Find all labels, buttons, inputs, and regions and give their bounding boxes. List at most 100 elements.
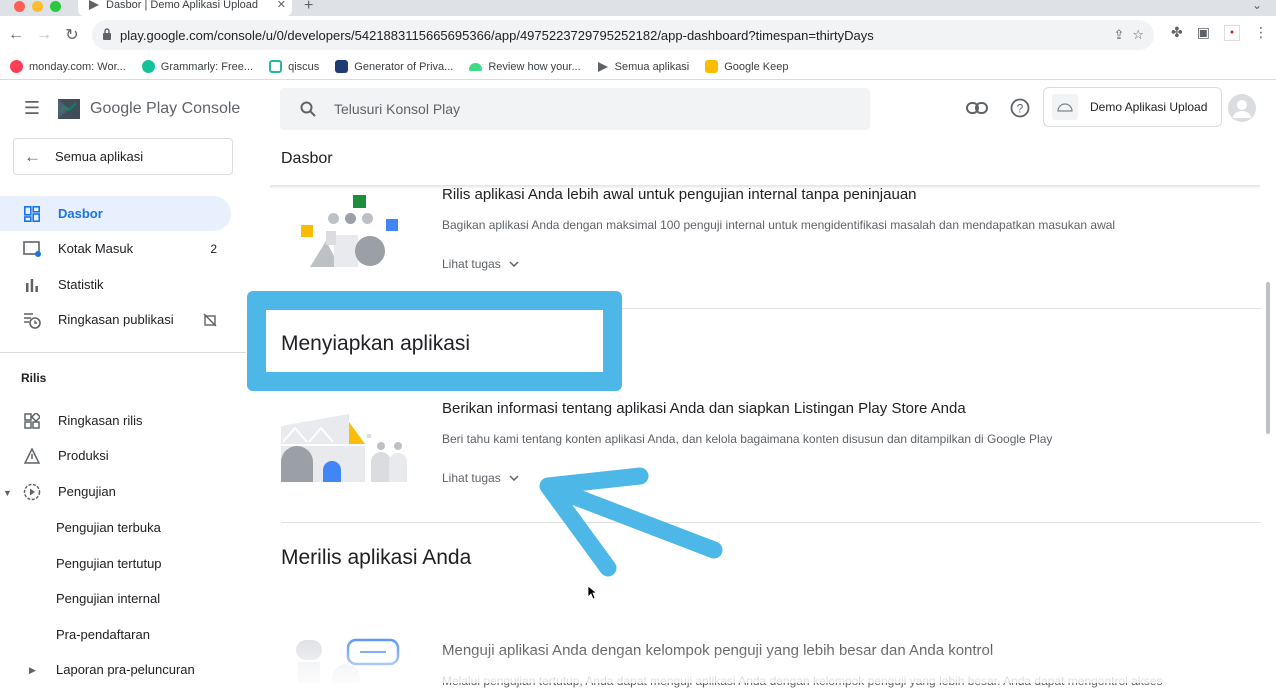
- sidebar-item-production[interactable]: Produksi: [0, 438, 231, 473]
- lock-icon[interactable]: [102, 27, 112, 43]
- close-window-button[interactable]: [14, 1, 25, 12]
- view-tasks-label: Lihat tugas: [442, 471, 501, 485]
- app-name: Demo Aplikasi Upload: [1090, 100, 1208, 114]
- sidebar-item-open-testing[interactable]: Pengujian terbuka: [56, 520, 161, 535]
- page-title: Dasbor: [281, 150, 333, 167]
- qiscus-icon: [269, 60, 283, 73]
- tab-title: Dasbor | Demo Aplikasi Upload: [106, 0, 259, 11]
- grammarly-icon: [141, 60, 155, 73]
- releases-overview-icon: [22, 412, 42, 429]
- new-tab-button[interactable]: +: [304, 0, 313, 15]
- bookmark-star-icon[interactable]: ☆: [1132, 27, 1144, 43]
- bookmark-label: Generator of Priva...: [354, 60, 454, 73]
- sidebar-item-pre-registration[interactable]: Pra-pendaftaran: [56, 627, 150, 642]
- sidebar-item-internal-testing[interactable]: Pengujian internal: [56, 591, 160, 606]
- help-icon[interactable]: ?: [1010, 98, 1030, 118]
- search-placeholder[interactable]: Telusuri Konsol Play: [334, 101, 460, 117]
- dashboard-icon: [22, 205, 42, 222]
- view-tasks-label: Lihat tugas: [442, 257, 501, 271]
- tab-list-chevron-icon[interactable]: ⌄: [1252, 0, 1262, 12]
- sidebar-item-statistics[interactable]: Statistik: [0, 267, 231, 302]
- logo-text: Google Play Console: [90, 100, 241, 117]
- extensions-puzzle-icon[interactable]: ✤: [1171, 24, 1183, 41]
- internal-testing-illustration: [298, 195, 400, 270]
- pre-launch-expand-caret-icon[interactable]: ▶: [29, 665, 36, 676]
- hamburger-menu-icon[interactable]: ☰: [22, 98, 42, 118]
- extension-badge-icon[interactable]: ●: [1224, 24, 1240, 41]
- view-tasks-button[interactable]: Lihat tugas: [442, 471, 519, 485]
- sidebar-item-label: Statistik: [58, 277, 104, 292]
- play-console-favicon-icon: [88, 0, 100, 10]
- bookmark-qiscus[interactable]: qiscus: [269, 60, 319, 73]
- bookmark-label: Review how your...: [488, 60, 581, 73]
- section-divider: [281, 522, 1261, 523]
- sidebar-item-label: Ringkasan publikasi: [58, 312, 174, 327]
- testing-icon: [22, 483, 42, 501]
- view-tasks-button[interactable]: Lihat tugas: [442, 257, 519, 271]
- sidebar-item-testing[interactable]: Pengujian: [0, 474, 231, 509]
- browser-tab[interactable]: Dasbor | Demo Aplikasi Upload ✕: [78, 0, 292, 16]
- highlight-box-annotation: [247, 291, 622, 391]
- sidebar-item-releases-overview[interactable]: Ringkasan rilis: [0, 403, 231, 438]
- header-actions: ?: [966, 98, 1030, 118]
- bookmarks-bar: monday.com: Wor... Grammarly: Free... qi…: [0, 54, 1276, 80]
- browser-menu-icon[interactable]: ⋮: [1254, 24, 1268, 41]
- bookmark-label: monday.com: Wor...: [29, 60, 126, 73]
- back-button-label: Semua aplikasi: [55, 149, 144, 164]
- omnibox[interactable]: play.google.com/console/u/0/developers/5…: [92, 20, 1154, 50]
- bookmark-review[interactable]: Review how your...: [469, 60, 581, 73]
- share-icon[interactable]: ⇪: [1113, 27, 1124, 43]
- bookmark-semua-aplikasi[interactable]: Semua aplikasi: [597, 60, 690, 73]
- browser-tab-bar: Dasbor | Demo Aplikasi Upload ✕ + ⌄: [0, 0, 1276, 16]
- svg-text:?: ?: [1017, 102, 1024, 116]
- privacy-generator-icon: [335, 60, 349, 73]
- link-icon[interactable]: [966, 98, 988, 118]
- bookmark-label: qiscus: [288, 60, 320, 73]
- sidebar-item-dashboard[interactable]: Dasbor: [0, 196, 231, 231]
- managed-publishing-off-icon[interactable]: [203, 313, 217, 327]
- sidebar-item-inbox[interactable]: Kotak Masuk 2: [0, 231, 231, 266]
- reload-icon[interactable]: ↻: [57, 20, 87, 50]
- page-scrollbar[interactable]: [1266, 282, 1270, 434]
- maximize-window-button[interactable]: [50, 1, 61, 12]
- task-closed-testing-title: Menguji aplikasi Anda dengan kelompok pe…: [442, 642, 994, 659]
- sidebar-item-label: Kotak Masuk: [58, 241, 134, 256]
- address-bar-row: ← → ↻ play.google.com/console/u/0/develo…: [0, 16, 1276, 54]
- account-avatar-icon[interactable]: [1228, 94, 1256, 122]
- bookmark-monday[interactable]: monday.com: Wor...: [10, 60, 126, 73]
- production-icon: [22, 447, 42, 464]
- play-console-icon: [597, 61, 609, 73]
- search-bar[interactable]: Telusuri Konsol Play: [280, 88, 870, 130]
- inbox-icon: [22, 240, 42, 257]
- store-listing-illustration: [281, 412, 416, 484]
- task-store-listing-description: Beri tahu kami tentang konten aplikasi A…: [442, 432, 1053, 446]
- all-apps-back-button[interactable]: ← Semua aplikasi: [13, 138, 233, 175]
- side-panel-icon[interactable]: ▣: [1197, 24, 1210, 41]
- close-tab-icon[interactable]: ✕: [277, 0, 286, 11]
- publishing-overview-icon: [22, 311, 42, 329]
- bookmark-label: Semua aplikasi: [614, 60, 690, 73]
- back-arrow-icon[interactable]: ←: [1, 20, 31, 50]
- pointer-arrow-annotation: [539, 467, 723, 577]
- forward-arrow-icon[interactable]: →: [29, 20, 59, 50]
- app-switcher[interactable]: Demo Aplikasi Upload: [1043, 87, 1222, 127]
- task-store-listing-title: Berikan informasi tentang aplikasi Anda …: [442, 400, 966, 417]
- minimize-window-button[interactable]: [32, 1, 43, 12]
- extension-toolbar: ✤ ▣ ● ⋮: [1171, 24, 1268, 41]
- sidebar-item-label: Ringkasan rilis: [58, 413, 143, 428]
- closed-testing-illustration: [296, 638, 400, 688]
- sidebar-item-publishing-overview[interactable]: Ringkasan publikasi: [0, 302, 231, 337]
- sidebar-divider: [0, 352, 246, 353]
- sidebar-item-pre-launch-report[interactable]: Laporan pra-peluncuran: [56, 662, 195, 677]
- bookmark-grammarly[interactable]: Grammarly: Free...: [141, 60, 253, 73]
- bookmark-label: Google Keep: [724, 60, 789, 73]
- sidebar-item-label: Pengujian: [58, 484, 116, 499]
- bookmark-privacy-generator[interactable]: Generator of Priva...: [335, 60, 453, 73]
- section-heading-release: Merilis aplikasi Anda: [281, 546, 472, 569]
- url-text[interactable]: play.google.com/console/u/0/developers/5…: [120, 28, 1105, 43]
- sidebar-item-closed-testing[interactable]: Pengujian tertutup: [56, 556, 162, 571]
- sidebar-item-label: Produksi: [58, 448, 109, 463]
- google-keep-icon: [705, 60, 719, 73]
- google-play-console-logo[interactable]: Google Play Console: [56, 96, 240, 122]
- bookmark-google-keep[interactable]: Google Keep: [705, 60, 788, 73]
